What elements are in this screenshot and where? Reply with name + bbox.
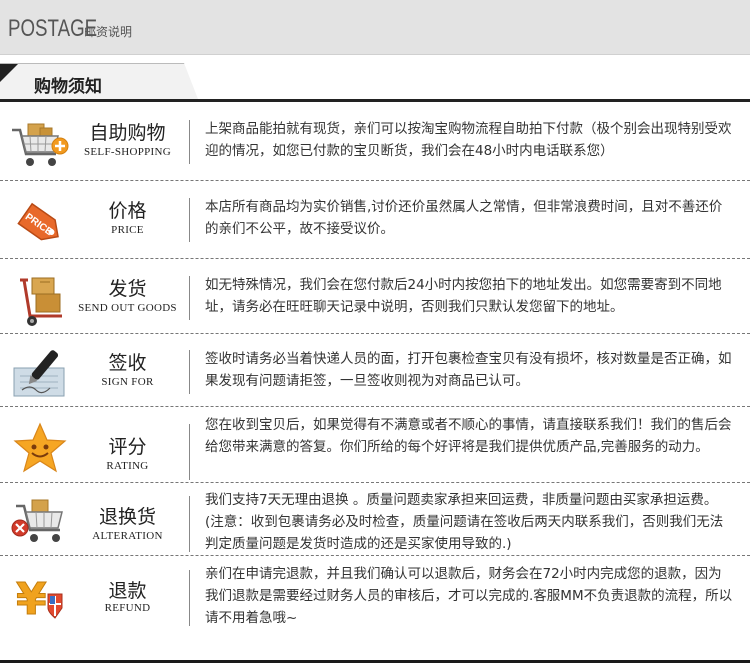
divider [189, 120, 190, 164]
divider [189, 198, 190, 242]
item-title-cn: 退款 [108, 580, 147, 602]
pen-sign-icon [13, 350, 65, 397]
info-row-send-out-goods: 发货 SEND OUT GOODS 如无特殊情况，我们会在您付款后24小时内按您… [0, 264, 750, 340]
item-title-en: SIGN FOR [101, 376, 154, 388]
row-separator [0, 258, 750, 259]
row-separator [0, 333, 750, 334]
smiling-star-icon [13, 422, 67, 473]
item-title-en: PRICE [111, 224, 144, 236]
item-description: 如无特殊情况，我们会在您付款后24小时内按您拍下的地址发出。如您需要寄到不同地址… [205, 277, 722, 315]
divider [189, 350, 190, 394]
item-description: 本店所有商品均为实价销售,讨价还价虽然属人之常情，但非常浪费时间，且对不善还价的… [205, 199, 723, 237]
section-tab: 购物须知 [0, 63, 198, 99]
item-title-en: REFUND [104, 602, 151, 614]
item-title-cn: 评分 [108, 436, 147, 458]
postage-header: POSTAGE 邮资说明 [0, 0, 750, 55]
row-separator [0, 482, 750, 483]
divider [189, 424, 190, 480]
section-title: 购物须知 [34, 77, 102, 97]
divider [189, 570, 190, 626]
item-description: 我们支持7天无理由退换 。质量问题卖家承担来回运费，非质量问题由买家承担运费。(… [205, 492, 724, 552]
item-title-en: RATING [106, 460, 149, 472]
item-title-en: ALTERATION [92, 530, 163, 542]
postage-subtitle: 邮资说明 [84, 25, 133, 39]
svg-text:¥: ¥ [16, 574, 47, 624]
item-title-cn: 自助购物 [89, 122, 166, 144]
info-row-rating: 评分 RATING 您在收到宝贝后，如果觉得有不满意或者不顺心的事情，请直接联系… [0, 410, 750, 486]
yen-refund-icon: ¥ [16, 574, 63, 624]
row-separator [0, 406, 750, 407]
hand-truck-icon [20, 277, 62, 326]
info-row-refund: ¥ 退款 REFUND 亲们在申请完退款，并且我们确认可以退款后，财务会在72小… [0, 560, 750, 636]
item-title-cn: 签收 [108, 352, 147, 374]
item-description: 亲们在申请完退款，并且我们确认可以退款后，财务会在72小时内完成您的退款，因为我… [205, 566, 733, 626]
item-description: 上架商品能拍就有现货，亲们可以按淘宝购物流程自助拍下付款（极个别会出现特别受欢迎… [205, 121, 732, 159]
info-row-price: PRICE 价格 PRICE 本店所有商品均为实价销售,讨价还价虽然属人之常情，… [0, 186, 750, 262]
item-description: 签收时请务必当着快递人员的面，打开包裹检查宝贝有没有损坏，核对数量是否正确，如果… [205, 351, 732, 389]
info-row-sign-for: 签收 SIGN FOR 签收时请务必当着快递人员的面，打开包裹检查宝贝有没有损坏… [0, 338, 750, 414]
divider [189, 276, 190, 320]
item-title-cn: 发货 [108, 278, 147, 300]
info-row-alteration: 退换货 ALTERATION 我们支持7天无理由退换 。质量问题卖家承担来回运费… [0, 486, 750, 562]
divider [189, 496, 190, 552]
shopping-cart-icon [12, 123, 69, 166]
item-title-en: SELF-SHOPPING [83, 146, 172, 158]
price-tag-icon: PRICE [17, 202, 59, 241]
item-title-en: SEND OUT GOODS [78, 302, 177, 314]
item-title-cn: 价格 [108, 200, 147, 222]
info-row-self-shopping: 自助购物 SELF-SHOPPING 上架商品能拍就有现货，亲们可以按淘宝购物流… [0, 108, 750, 184]
item-description: 您在收到宝贝后，如果觉得有不满意或者不顺心的事情，请直接联系我们！我们的售后会给… [205, 417, 732, 455]
section-bar: 购物须知 [0, 63, 750, 102]
cart-remove-icon [11, 499, 63, 542]
tab-corner [0, 64, 18, 82]
row-separator [0, 180, 750, 181]
item-title-cn: 退换货 [98, 506, 156, 528]
row-separator [0, 555, 750, 556]
